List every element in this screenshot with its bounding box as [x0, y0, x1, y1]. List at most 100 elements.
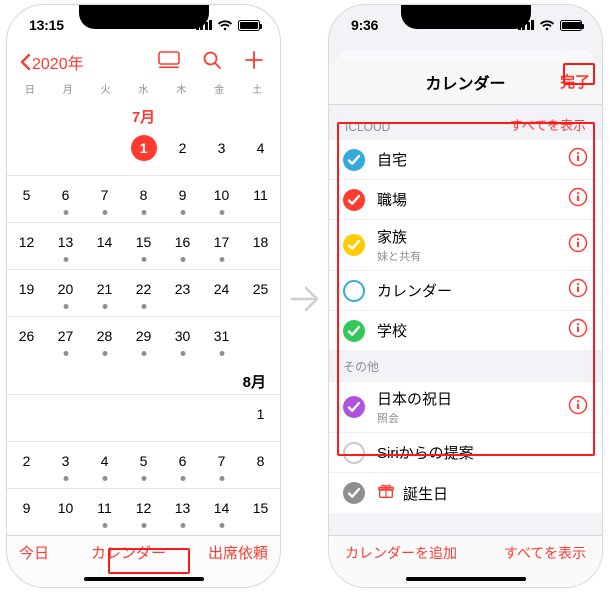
info-icon[interactable] [568, 147, 588, 172]
calendar-day[interactable]: 1 [124, 129, 163, 175]
calendar-row[interactable]: 誕生日 [329, 473, 602, 513]
calendar-row[interactable]: 自宅 [329, 140, 602, 180]
calendar-day[interactable]: 16 [163, 223, 202, 269]
calendar-day[interactable]: 12 [7, 223, 46, 269]
calendar-day[interactable]: 3 [46, 442, 85, 488]
calendar-day[interactable]: 18 [241, 223, 280, 269]
event-dot-icon [180, 351, 185, 356]
calendar-day[interactable]: 1 [241, 395, 280, 441]
calendar-day[interactable]: 24 [202, 270, 241, 316]
weekday-label: 月 [49, 81, 87, 96]
calendar-checkbox[interactable] [343, 442, 365, 464]
calendar-checkbox[interactable] [343, 234, 365, 256]
add-calendar-button[interactable]: カレンダーを追加 [345, 543, 457, 563]
calendar-day[interactable]: 6 [46, 176, 85, 222]
calendar-day[interactable]: 10 [202, 176, 241, 222]
info-icon[interactable] [568, 395, 588, 420]
calendar-checkbox[interactable] [343, 189, 365, 211]
wifi-icon [217, 19, 233, 31]
calendar-day[interactable]: 11 [241, 176, 280, 222]
calendar-checkbox[interactable] [343, 149, 365, 171]
calendar-day[interactable]: 27 [46, 317, 85, 363]
done-button[interactable]: 完了 [560, 71, 590, 92]
calendar-day[interactable]: 17 [202, 223, 241, 269]
day-number: 11 [248, 182, 274, 208]
calendar-checkbox[interactable] [343, 482, 365, 504]
home-indicator[interactable] [406, 577, 526, 581]
calendar-day[interactable]: 2 [163, 129, 202, 175]
calendar-label: Siriからの提案 [377, 442, 588, 463]
calendar-day[interactable]: 12 [124, 489, 163, 535]
calendar-day[interactable]: 30 [163, 317, 202, 363]
invitations-button[interactable]: 出席依頼 [208, 542, 268, 563]
calendar-day[interactable]: 15 [124, 223, 163, 269]
day-number: 31 [209, 323, 235, 349]
day-number: 23 [170, 276, 196, 302]
add-icon[interactable] [244, 50, 264, 75]
show-all-footer-button[interactable]: すべてを表示 [504, 543, 586, 563]
calendar-day[interactable]: 5 [7, 176, 46, 222]
calendar-day[interactable]: 14 [85, 223, 124, 269]
calendar-week: 2345678 [7, 441, 280, 488]
calendar-day[interactable]: 15 [241, 489, 280, 535]
info-icon[interactable] [568, 187, 588, 212]
info-icon[interactable] [568, 278, 588, 303]
calendar-row[interactable]: カレンダー [329, 271, 602, 311]
calendars-button[interactable]: カレンダー [91, 542, 166, 563]
calendar-day[interactable]: 8 [241, 442, 280, 488]
calendar-day[interactable]: 9 [7, 489, 46, 535]
section-label: ICLOUD [345, 120, 390, 134]
calendar-day[interactable]: 22 [124, 270, 163, 316]
calendar-label: 職場 [377, 189, 556, 210]
list-view-icon[interactable] [158, 51, 180, 74]
calendar-day[interactable]: 19 [7, 270, 46, 316]
today-button[interactable]: 今日 [19, 542, 49, 563]
calendar-day[interactable]: 4 [241, 129, 280, 175]
calendar-day[interactable]: 3 [202, 129, 241, 175]
calendar-day[interactable]: 7 [85, 176, 124, 222]
search-icon[interactable] [202, 50, 222, 75]
calendar-day[interactable]: 6 [163, 442, 202, 488]
calendar-checkbox[interactable] [343, 320, 365, 342]
calendar-day[interactable]: 13 [163, 489, 202, 535]
calendar-row[interactable]: 家族妹と共有 [329, 220, 602, 271]
day-number: 30 [170, 323, 196, 349]
back-button[interactable]: 2020年 [19, 50, 84, 74]
calendar-day[interactable]: 13 [46, 223, 85, 269]
calendar-checkbox[interactable] [343, 280, 365, 302]
calendar-row[interactable]: 日本の祝日照会 [329, 382, 602, 433]
calendar-day[interactable]: 23 [163, 270, 202, 316]
calendar-day[interactable]: 7 [202, 442, 241, 488]
battery-icon [560, 20, 582, 31]
calendar-day[interactable]: 11 [85, 489, 124, 535]
calendar-day[interactable]: 29 [124, 317, 163, 363]
calendar-row[interactable]: 学校 [329, 311, 602, 351]
calendar-day[interactable]: 14 [202, 489, 241, 535]
info-icon[interactable] [568, 318, 588, 343]
calendar-day[interactable]: 10 [46, 489, 85, 535]
calendar-checkbox[interactable] [343, 396, 365, 418]
calendar-row[interactable]: 職場 [329, 180, 602, 220]
calendar-day[interactable]: 8 [124, 176, 163, 222]
calendar-day[interactable]: 26 [7, 317, 46, 363]
calendar-day[interactable]: 31 [202, 317, 241, 363]
calendar-day[interactable]: 20 [46, 270, 85, 316]
event-dot-icon [63, 351, 68, 356]
calendar-row[interactable]: Siriからの提案 [329, 433, 602, 473]
show-all-button[interactable]: すべてを表示 [510, 115, 586, 134]
calendar-day[interactable]: 28 [85, 317, 124, 363]
calendar-day[interactable]: 2 [7, 442, 46, 488]
event-dot-icon [180, 476, 185, 481]
calendar-day[interactable]: 4 [85, 442, 124, 488]
calendar-day[interactable]: 9 [163, 176, 202, 222]
calendar-body[interactable]: 7月 1234567891011121314151617181920212223… [7, 100, 280, 554]
calendar-day[interactable]: 25 [241, 270, 280, 316]
calendar-day[interactable]: 21 [85, 270, 124, 316]
calendar-day [85, 129, 124, 175]
phone-calendars-sheet: 9:36 カレンダー 完了 ICLOUD すべてを表示 自宅職場家族妹と共有カレ… [328, 4, 603, 588]
event-dot-icon [63, 210, 68, 215]
calendar-day[interactable]: 5 [124, 442, 163, 488]
info-icon[interactable] [568, 233, 588, 258]
home-indicator[interactable] [84, 577, 204, 581]
event-dot-icon [219, 523, 224, 528]
